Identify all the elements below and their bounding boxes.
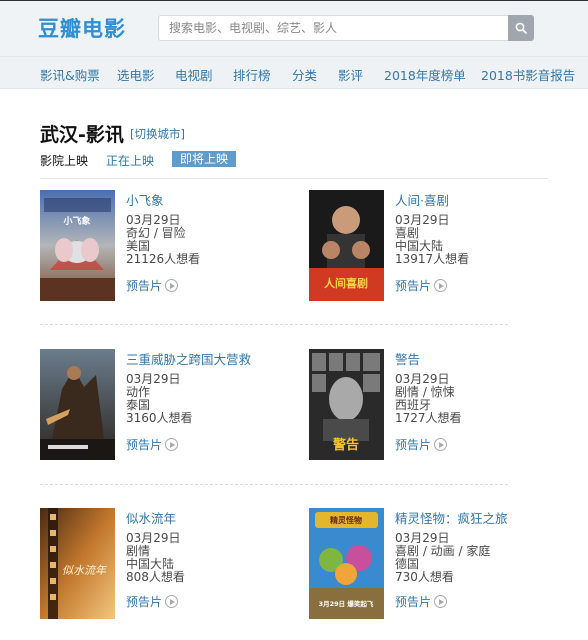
play-icon [434, 595, 448, 608]
nav-item-categories[interactable]: 分类 [292, 65, 317, 84]
movie-poster-triple-threat[interactable] [40, 349, 115, 460]
trailer-label: 预告片 [126, 595, 163, 609]
movie-title[interactable]: 警告 [395, 349, 420, 368]
movie-title[interactable]: 精灵怪物：疯狂之旅 [395, 508, 508, 527]
movie-title[interactable]: 似水流年 [126, 508, 176, 527]
movie-poster-monster-family[interactable]: 精灵怪物 3月29日 爆笑起飞 [309, 508, 384, 619]
tab-coming-soon[interactable]: 即将上映 [172, 151, 236, 167]
row-divider [40, 484, 508, 485]
movie-title[interactable]: 三重威胁之跨国大营救 [126, 349, 251, 368]
search-input[interactable] [158, 15, 508, 41]
play-icon [434, 279, 448, 292]
wish-count: 13917人想看 [395, 252, 470, 266]
poster-image: 小飞象 [40, 190, 115, 301]
poster-image: 似水流年 [40, 508, 115, 619]
trailer-link[interactable]: 预告片 [395, 277, 448, 294]
poster-image: 警告 [309, 349, 384, 460]
poster-date-text: 3月29日 爆笑起飞 [319, 599, 374, 608]
poster-text: 似水流年 [62, 564, 107, 577]
movie-poster-human-comedy[interactable]: 人间喜剧 [309, 190, 384, 301]
trailer-link[interactable]: 预告片 [395, 593, 448, 610]
wish-count: 1727人想看 [395, 411, 462, 425]
poster-image [40, 349, 115, 460]
movie-title[interactable]: 人间·喜剧 [395, 190, 449, 209]
play-icon [165, 595, 179, 608]
main-nav: 影讯&购票 选电影 电视剧 排行榜 分类 影评 2018年度榜单 2018书影音… [0, 56, 588, 89]
play-icon [434, 438, 448, 451]
wish-count: 730人想看 [395, 570, 454, 584]
trailer-link[interactable]: 预告片 [126, 277, 179, 294]
poster-text: 小飞象 [62, 215, 90, 227]
play-icon [165, 279, 179, 292]
switch-city-link[interactable]: [切换城市] [130, 126, 185, 142]
nav-item-reviews[interactable]: 影评 [338, 65, 363, 84]
nav-item-charts[interactable]: 排行榜 [233, 65, 271, 84]
wish-count: 808人想看 [126, 570, 185, 584]
page-title: 武汉-影讯 [40, 124, 124, 146]
top-header: 豆瓣电影 [0, 0, 588, 56]
row-divider [40, 324, 508, 325]
wish-count: 3160人想看 [126, 411, 193, 425]
search-icon [515, 22, 527, 34]
nav-item-showtimes[interactable]: 影讯&购票 [40, 65, 100, 84]
movie-poster-warning[interactable]: 警告 [309, 349, 384, 460]
tab-divider [40, 178, 548, 179]
nav-item-tv[interactable]: 电视剧 [175, 65, 213, 84]
search-button[interactable] [508, 15, 534, 41]
nav-item-annual-list[interactable]: 2018年度榜单 [384, 65, 466, 84]
trailer-label: 预告片 [126, 279, 163, 293]
trailer-link[interactable]: 预告片 [395, 436, 448, 453]
trailer-label: 预告片 [395, 438, 432, 452]
douban-movie-logo[interactable]: 豆瓣电影 [38, 13, 126, 43]
trailer-label: 预告片 [395, 595, 432, 609]
movie-poster-dumbo[interactable]: 小飞象 [40, 190, 115, 301]
poster-image: 精灵怪物 3月29日 爆笑起飞 [309, 508, 384, 619]
movie-poster-as-the-years-go-by[interactable]: 似水流年 [40, 508, 115, 619]
tab-now-playing[interactable]: 正在上映 [106, 152, 154, 169]
poster-text: 警告 [333, 437, 359, 453]
nav-item-explore[interactable]: 选电影 [117, 65, 155, 84]
trailer-link[interactable]: 预告片 [126, 593, 179, 610]
tab-label-cinema: 影院上映 [40, 154, 89, 168]
nav-item-annual-report[interactable]: 2018书影音报告 [481, 65, 575, 84]
trailer-label: 预告片 [395, 279, 432, 293]
play-icon [165, 438, 179, 451]
poster-text: 精灵怪物 [330, 515, 362, 525]
poster-text: 人间喜剧 [324, 276, 368, 290]
trailer-link[interactable]: 预告片 [126, 436, 179, 453]
movie-title[interactable]: 小飞象 [126, 190, 164, 209]
poster-image: 人间喜剧 [309, 190, 384, 301]
trailer-label: 预告片 [126, 438, 163, 452]
wish-count: 21126人想看 [126, 252, 201, 266]
